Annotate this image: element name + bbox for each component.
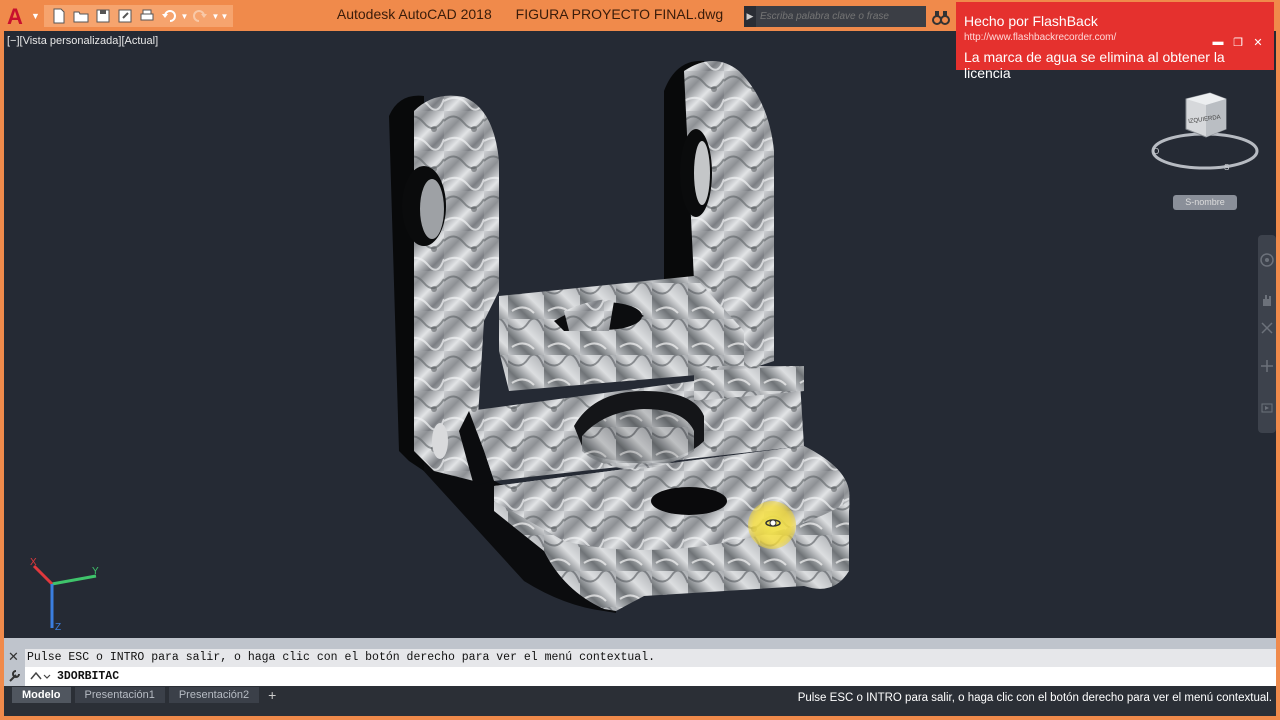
app-name: Autodesk AutoCAD 2018	[336, 6, 492, 22]
close-icon[interactable]: ✕	[8, 650, 21, 664]
status-message: Pulse ESC o INTRO para salir, o haga cli…	[797, 692, 1272, 704]
close-icon: ✕	[1253, 37, 1263, 49]
ucs-y-label: Y	[92, 566, 99, 577]
wcs-menu[interactable]: S-nombre	[1173, 195, 1237, 210]
minimize-icon: ▬	[1212, 36, 1224, 48]
command-input[interactable]	[57, 667, 1257, 686]
wrench-icon[interactable]	[8, 669, 21, 683]
3d-model	[389, 60, 850, 613]
tab-modelo[interactable]: Modelo	[12, 687, 71, 703]
watermark-window-controls: ▬ ❐ ✕	[1208, 36, 1268, 49]
compass-west-label[interactable]: O	[1153, 147, 1159, 156]
add-layout-button[interactable]: +	[263, 687, 281, 703]
command-history: Pulse ESC o INTRO para salir, o haga cli…	[25, 649, 1276, 667]
pan-hand-icon[interactable]	[1260, 293, 1274, 307]
ucs-z-label: Z	[55, 622, 61, 633]
compass-south-label[interactable]: S	[1224, 163, 1229, 172]
restore-icon: ❐	[1233, 37, 1243, 49]
file-name: FIGURA PROYECTO FINAL.dwg	[515, 6, 724, 22]
tab-presentacion2[interactable]: Presentación2	[168, 687, 260, 703]
watermark-title: Hecho por FlashBack	[964, 13, 1098, 29]
navigation-bar	[1258, 235, 1276, 433]
steering-wheel-icon[interactable]	[1260, 253, 1274, 267]
orbit-icon[interactable]	[1260, 359, 1274, 373]
play-icon[interactable]: ▶	[744, 6, 756, 27]
autocad-window: A ▼ ▼ ▼ ▼ Autodesk AutoCAD 2018 FIGURA P…	[0, 0, 1280, 720]
viewcube[interactable]: IZQUIERDA O S	[1148, 89, 1266, 173]
ucs-x-label: X	[30, 557, 37, 568]
watermark-url: http://www.flashbackrecorder.com/	[964, 32, 1117, 43]
showmotion-icon[interactable]	[1260, 401, 1274, 415]
watermark-text: La marca de agua se elimina al obtener l…	[964, 49, 1225, 81]
drawing-viewport[interactable]: [−][Vista personalizada][Actual] IZQUIER…	[4, 31, 1276, 638]
command-input-row	[25, 667, 1276, 686]
binoculars-icon[interactable]	[932, 8, 950, 26]
zoom-extents-icon[interactable]	[1260, 321, 1274, 335]
status-bar: Modelo Presentación1 Presentación2 + Pul…	[4, 686, 1276, 716]
command-line-area: ✕ Pulse ESC o INTRO para salir, o haga c…	[4, 638, 1276, 686]
tab-presentacion1[interactable]: Presentación1	[74, 687, 165, 703]
layout-tabs: Modelo Presentación1 Presentación2 +	[12, 687, 281, 703]
command-prompt-icon[interactable]	[29, 669, 51, 683]
search-input[interactable]	[756, 6, 926, 27]
ucs-icon: X Y Z	[30, 557, 99, 633]
flashback-watermark: Hecho por FlashBack http://www.flashback…	[956, 2, 1274, 81]
orbit-cursor-icon	[765, 519, 781, 527]
